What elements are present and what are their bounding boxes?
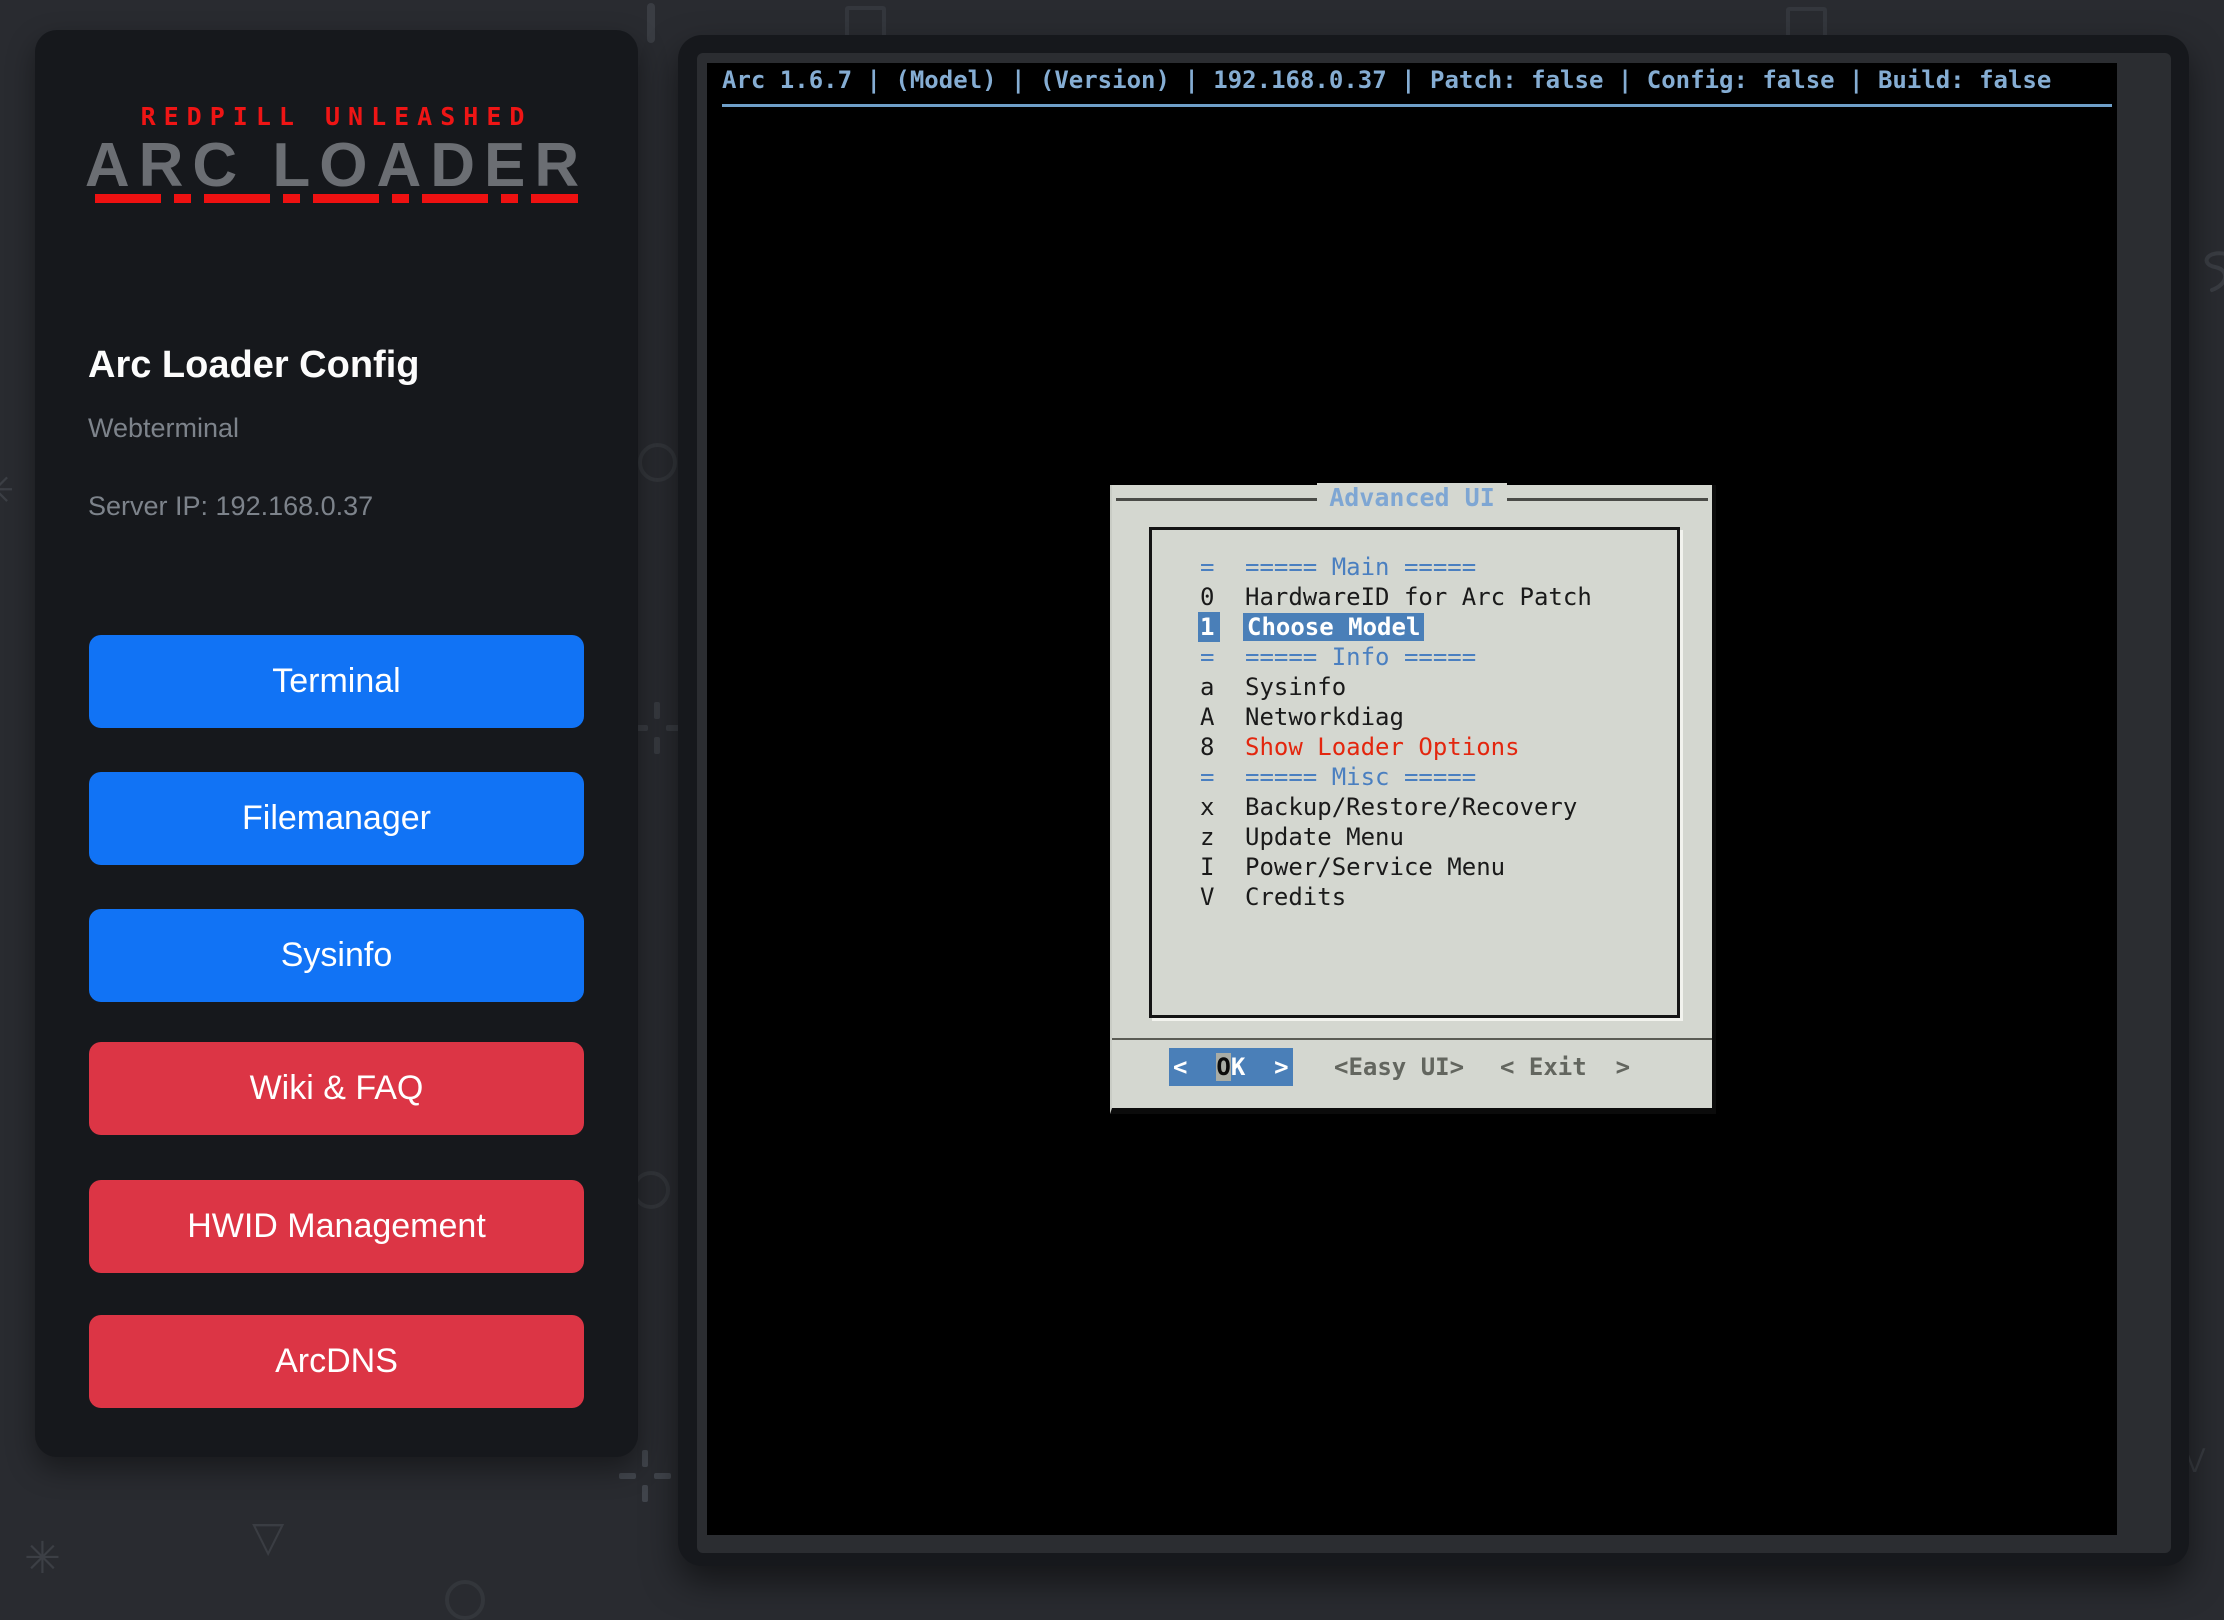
menu-item-power-service[interactable]: IPower/Service Menu [1152, 852, 1677, 882]
asterisk-decoration: ✳ [24, 1536, 61, 1582]
terminal-status-underline [722, 104, 2112, 107]
logo-dashed-line [95, 194, 578, 203]
ok-button[interactable]: < OK > [1169, 1048, 1293, 1086]
triangle-outline-decoration: ▽ [252, 1516, 284, 1558]
advanced-ui-dialog: Advanced UI ====== Main ===== 0HardwareI… [1110, 485, 1716, 1114]
terminal-container: Arc 1.6.7 | (Model) | (Version) | 192.16… [697, 53, 2171, 1553]
terminal-button[interactable]: Terminal [89, 635, 584, 728]
wiki-faq-button[interactable]: Wiki & FAQ [89, 1042, 584, 1135]
squiggle-decoration [2188, 248, 2224, 303]
dialog-title: Advanced UI [1112, 483, 1712, 512]
menu-section-info: ====== Info ===== [1152, 642, 1677, 672]
menu-item-show-loader-options[interactable]: 8Show Loader Options [1152, 732, 1677, 762]
terminal-status-bar: Arc 1.6.7 | (Model) | (Version) | 192.16… [722, 66, 2112, 94]
menu-item-backup-restore[interactable]: xBackup/Restore/Recovery [1152, 792, 1677, 822]
crosshair-decoration [631, 702, 683, 754]
page-title: Arc Loader Config [88, 344, 419, 387]
arcdns-button[interactable]: ArcDNS [89, 1315, 584, 1408]
menu-section-main: ====== Main ===== [1152, 552, 1677, 582]
easy-ui-button[interactable]: <Easy UI> [1334, 1048, 1464, 1086]
terminal-window: Arc 1.6.7 | (Model) | (Version) | 192.16… [678, 35, 2189, 1566]
sidebar: REDPILL UNLEASHED ARC LOADER Arc Loader … [35, 30, 638, 1457]
menu-item-sysinfo[interactable]: aSysinfo [1152, 672, 1677, 702]
crosshair-decoration [619, 1450, 671, 1502]
menu-item-credits[interactable]: VCredits [1152, 882, 1677, 912]
terminal-screen[interactable]: Arc 1.6.7 | (Model) | (Version) | 192.16… [707, 63, 2117, 1535]
menu-item-networkdiag[interactable]: ANetworkdiag [1152, 702, 1677, 732]
dialog-menu: ====== Main ===== 0HardwareID for Arc Pa… [1149, 527, 1680, 1018]
circle-outline-decoration [638, 443, 677, 482]
dash-decoration [647, 3, 655, 43]
server-ip-label: Server IP: 192.168.0.37 [88, 491, 373, 522]
sparkle-icon: ✳ [0, 467, 15, 513]
circle-outline-decoration [445, 1580, 485, 1620]
arc-loader-logo: ARC LOADER [35, 130, 638, 201]
redpill-unleashed-logo: REDPILL UNLEASHED [35, 102, 638, 131]
menu-section-misc: ====== Misc ===== [1152, 762, 1677, 792]
menu-item-update-menu[interactable]: zUpdate Menu [1152, 822, 1677, 852]
filemanager-button[interactable]: Filemanager [89, 772, 584, 865]
dialog-separator [1112, 1038, 1712, 1040]
page-subtitle: Webterminal [88, 413, 239, 444]
exit-button[interactable]: < Exit > [1500, 1048, 1630, 1086]
menu-item-hardwareid[interactable]: 0HardwareID for Arc Patch [1152, 582, 1677, 612]
hwid-management-button[interactable]: HWID Management [89, 1180, 584, 1273]
sysinfo-button[interactable]: Sysinfo [89, 909, 584, 1002]
ok-cursor: O [1216, 1053, 1230, 1081]
menu-item-choose-model[interactable]: 1Choose Model [1152, 612, 1677, 642]
